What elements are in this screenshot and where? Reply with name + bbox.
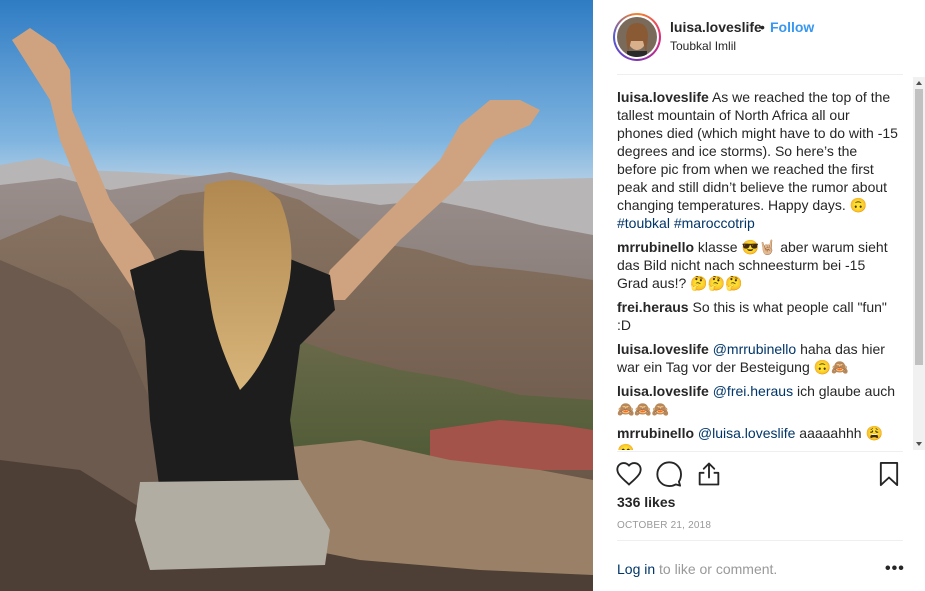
share-icon[interactable] <box>695 460 723 488</box>
action-bar <box>613 458 905 492</box>
likes-count[interactable]: 336 likes <box>617 494 675 510</box>
comments-scrollbar[interactable] <box>913 77 925 450</box>
divider <box>617 451 903 452</box>
post-date: OCTOBER 21, 2018 <box>617 520 712 531</box>
post-photo[interactable] <box>0 0 593 591</box>
login-link[interactable]: Log in <box>617 561 655 577</box>
scroll-thumb[interactable] <box>915 89 923 365</box>
post-sidebar: luisa.loveslife • Follow Toubkal Imlil l… <box>593 0 925 591</box>
divider <box>617 74 903 75</box>
more-options-icon[interactable]: ••• <box>885 560 905 578</box>
comment-item: luisa.loveslife @frei.heraus ich glaube … <box>617 382 899 418</box>
comment-icon[interactable] <box>655 460 683 488</box>
caption-text: As we reached the top of the tallest mou… <box>617 89 898 213</box>
hashtag-link[interactable]: #toubkal <box>617 215 670 231</box>
comment-item: mrrubinello @luisa.loveslife aaaaahhh 😩😄 <box>617 424 899 450</box>
comment-author[interactable]: mrrubinello <box>617 239 694 255</box>
hashtag-link[interactable]: #maroccotrip <box>674 215 755 231</box>
avatar[interactable] <box>613 13 661 61</box>
comment-item: frei.heraus So this is what people call … <box>617 298 899 334</box>
heart-icon[interactable] <box>615 460 643 488</box>
comment-author[interactable]: mrrubinello <box>617 425 694 441</box>
login-prompt-text: to like or comment. <box>655 561 778 577</box>
location-link[interactable]: Toubkal Imlil <box>670 39 736 53</box>
mention-link[interactable]: @frei.heraus <box>713 383 793 399</box>
comment-item: luisa.loveslife @mrrubinello haha das hi… <box>617 340 899 376</box>
divider <box>617 540 903 541</box>
comment-author[interactable]: luisa.loveslife <box>617 341 709 357</box>
caption: luisa.loveslife As we reached the top of… <box>617 88 899 232</box>
scroll-up-arrow-icon[interactable] <box>916 81 922 85</box>
comments-list: luisa.loveslife As we reached the top of… <box>617 88 899 450</box>
scroll-down-arrow-icon[interactable] <box>916 442 922 446</box>
caption-author[interactable]: luisa.loveslife <box>617 89 709 105</box>
comment-author[interactable]: frei.heraus <box>617 299 689 315</box>
avatar-image <box>617 17 657 57</box>
follow-button[interactable]: Follow <box>770 19 814 35</box>
comment-item: mrrubinello klasse 😎🤘🏼 aber warum sieht … <box>617 238 899 292</box>
separator-dot: • <box>760 19 765 35</box>
bookmark-icon[interactable] <box>875 460 903 488</box>
mention-link[interactable]: @luisa.loveslife <box>698 425 795 441</box>
post-image <box>0 0 593 591</box>
mention-link[interactable]: @mrrubinello <box>713 341 796 357</box>
post-header: luisa.loveslife • Follow Toubkal Imlil <box>593 0 925 74</box>
login-prompt: Log in to like or comment. <box>617 561 777 577</box>
header-username[interactable]: luisa.loveslife <box>670 19 762 35</box>
comment-author[interactable]: luisa.loveslife <box>617 383 709 399</box>
